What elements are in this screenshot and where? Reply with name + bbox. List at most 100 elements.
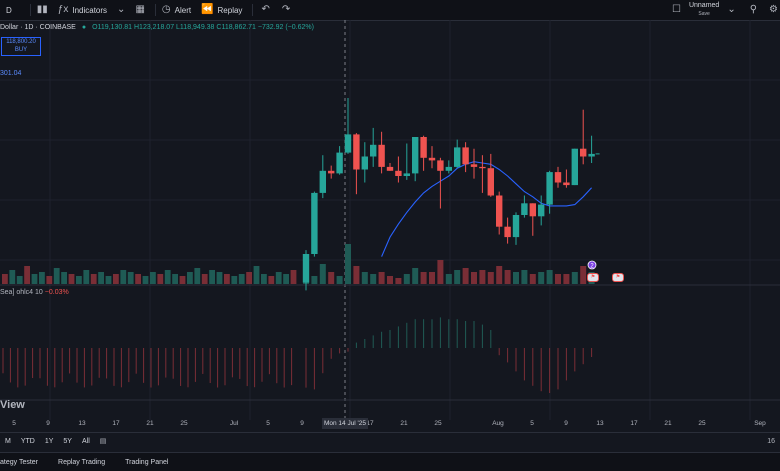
volume-bar <box>429 272 435 284</box>
candle-body <box>496 195 503 227</box>
candle-body <box>412 137 419 174</box>
volume-bar <box>328 272 335 284</box>
undo-icon[interactable]: ↶ <box>261 5 269 15</box>
symbol-label[interactable]: Dollar · 1D · COINBASE <box>0 24 76 31</box>
volume-bar <box>142 276 149 284</box>
interval-button[interactable]: D <box>6 6 12 15</box>
volume-bar <box>504 270 511 284</box>
alarm-clock-icon: ◷ <box>161 4 171 15</box>
time-axis-label: 17 <box>630 420 638 427</box>
time-axis-label: 13 <box>596 420 604 427</box>
candle-body <box>386 166 394 171</box>
candle-body <box>420 137 427 158</box>
price-chart[interactable]: 2 <box>0 20 780 430</box>
time-axis-label: 25 <box>180 420 188 427</box>
candle-body <box>336 152 343 174</box>
time-axis-label: Sep <box>754 420 766 427</box>
candle-body <box>521 203 528 215</box>
divider <box>252 4 254 16</box>
volume-bar <box>83 270 90 284</box>
candles-icon[interactable]: ▮▮ <box>37 5 48 15</box>
candle-body <box>571 148 578 186</box>
oscillator-histogram <box>2 317 593 393</box>
volume-bar <box>216 272 223 284</box>
candle-body <box>588 153 595 157</box>
layout-name-label: Unnamed <box>688 2 720 9</box>
range-button-5y[interactable]: 5Y <box>58 438 77 445</box>
range-button-all[interactable]: All <box>77 438 95 445</box>
time-axis-label: 5 <box>266 420 270 427</box>
volume-bar <box>16 276 23 284</box>
volume-bar <box>105 276 112 284</box>
volume-bar <box>479 270 486 284</box>
alert-label: Alert <box>174 5 192 15</box>
volume-bar <box>437 260 444 284</box>
replay-button[interactable]: ⏪ Replay <box>201 5 242 15</box>
price-level-label: 301.04 <box>0 70 22 77</box>
volume-bar <box>420 272 427 284</box>
candle-body <box>378 144 385 167</box>
divider <box>154 4 156 16</box>
volume-bar <box>283 274 289 284</box>
volume-bar <box>462 268 469 284</box>
volume-bar <box>98 272 104 284</box>
indicators-button[interactable]: ƒx Indicators <box>58 5 107 15</box>
candle-body <box>529 203 536 217</box>
volume-bar <box>261 274 267 284</box>
rewind-icon: ⏪ <box>201 4 214 15</box>
chart-legend: Dollar · 1D · COINBASE ● O119,130.81 H12… <box>0 24 314 31</box>
buy-price-tag[interactable]: 118,800.20 BUY <box>1 37 41 56</box>
range-button-ytd[interactable]: YTD <box>16 438 40 445</box>
volume-bar <box>513 272 519 284</box>
volume-bar <box>529 274 536 284</box>
event-flag-badge[interactable]: ⚑ <box>587 273 599 282</box>
settings-icon[interactable]: ⚙ <box>769 5 778 15</box>
volume-bar <box>231 276 238 284</box>
volume-bar <box>395 278 402 284</box>
indicator-legend[interactable]: Sea] ohlc4 10 −0.03% <box>0 289 69 296</box>
time-axis-label: Jul <box>229 420 239 427</box>
volume-bar <box>487 272 494 284</box>
alert-button[interactable]: ◷ Alert <box>162 5 191 15</box>
volume-bar <box>164 270 171 284</box>
chevron-down-icon[interactable]: ⌄ <box>117 5 125 15</box>
volume-bar <box>135 274 141 284</box>
search-icon[interactable]: ⚲ <box>750 5 757 15</box>
redo-icon[interactable]: ↷ <box>282 5 290 15</box>
volume-bar <box>290 270 297 284</box>
chevron-down-icon[interactable]: ⌄ <box>727 5 735 15</box>
range-button-m[interactable]: M <box>0 438 16 445</box>
candle-body <box>403 173 410 176</box>
range-button-1y[interactable]: 1Y <box>40 438 59 445</box>
event-flag-badge[interactable]: ⚑ <box>612 273 624 282</box>
indicator-name: Sea] ohlc4 10 <box>0 289 43 296</box>
layout-grid-icon[interactable]: ▦ <box>135 5 144 15</box>
time-axis-label: 9 <box>46 420 50 427</box>
candle-body <box>470 164 478 167</box>
volume-bar <box>201 274 208 284</box>
tab-trading-panel[interactable]: Trading Panel <box>115 459 178 466</box>
volume-bar <box>471 272 477 284</box>
watermark: View <box>0 399 25 411</box>
layout-checkbox-icon[interactable]: ☐ <box>672 5 681 15</box>
candle-body <box>319 170 326 193</box>
volume-bars <box>2 244 595 284</box>
volume-bar <box>275 272 282 284</box>
volume-bar <box>571 272 578 284</box>
volume-bar <box>546 270 553 284</box>
volume-bar <box>53 268 60 284</box>
volume-bar <box>150 272 156 284</box>
volume-bar <box>361 272 368 284</box>
volume-bar <box>412 268 419 284</box>
buy-price: 118,800.20 <box>6 39 36 45</box>
volume-bar <box>345 244 351 284</box>
tab-strategy-tester[interactable]: ategy Tester <box>0 459 48 466</box>
volume-bar <box>521 270 528 284</box>
candle-body <box>395 170 402 176</box>
tab-replay-trading[interactable]: Replay Trading <box>48 459 115 466</box>
volume-bar <box>319 264 326 284</box>
layout-name[interactable]: Unnamed Save <box>689 2 719 18</box>
candle-body <box>353 134 360 170</box>
volume-bar <box>253 266 260 284</box>
calendar-icon[interactable]: ▤ <box>95 437 112 445</box>
